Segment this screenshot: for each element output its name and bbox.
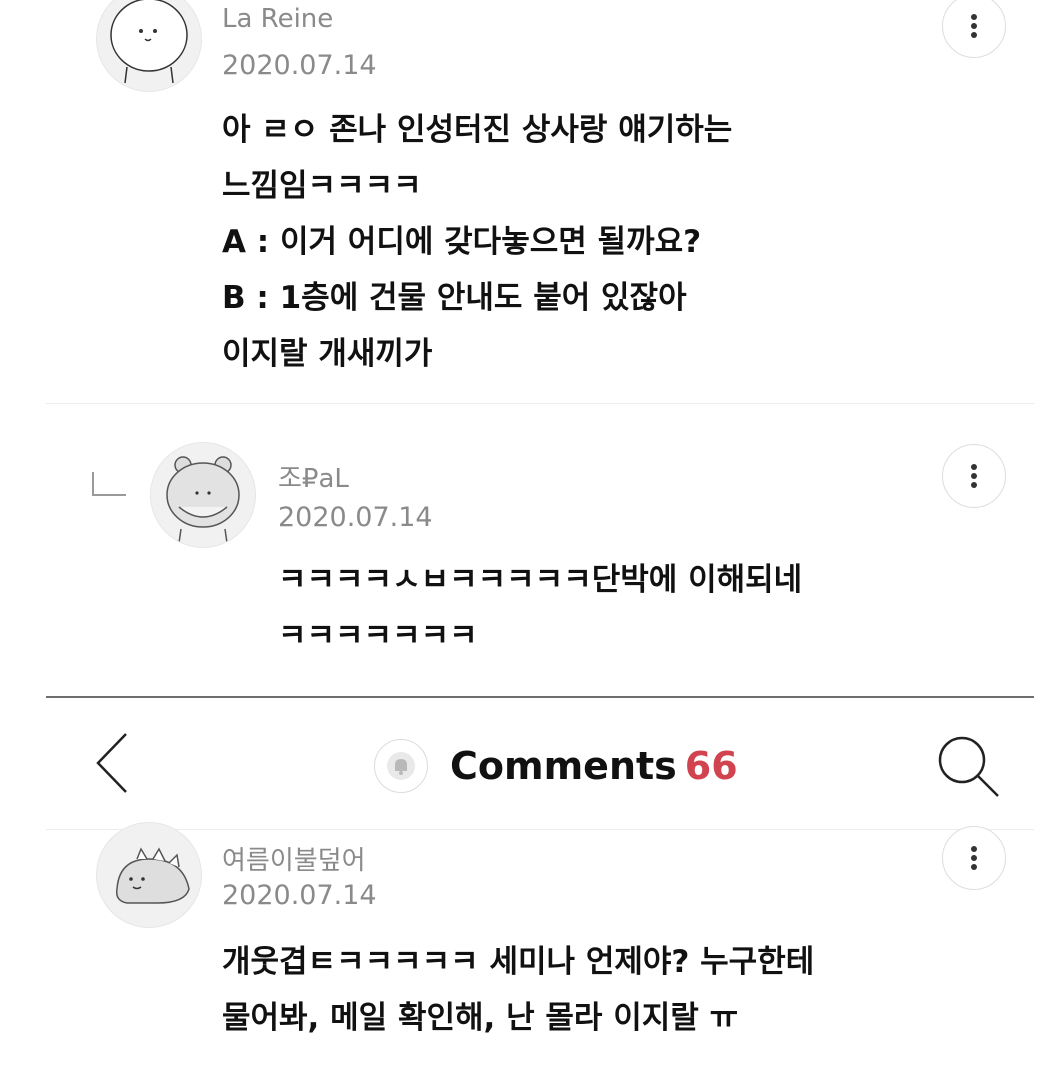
back-chevron-icon[interactable]: [90, 728, 140, 798]
reply-corner-icon: [92, 472, 126, 496]
bell-icon[interactable]: [374, 739, 428, 793]
header-divider: [46, 696, 1034, 698]
search-icon[interactable]: [934, 730, 1004, 800]
more-vertical-icon[interactable]: [942, 826, 1006, 890]
comment-divider: [46, 403, 1034, 404]
comment-text: 개웃겹ㅌㅋㅋㅋㅋㅋ 세미나 언제야? 누구한테 물어봐, 메일 확인해, 난 몰…: [222, 944, 815, 1036]
bearded-bear-avatar-icon[interactable]: [150, 442, 256, 548]
more-vertical-icon[interactable]: [942, 444, 1006, 508]
bear-avatar-icon[interactable]: [96, 0, 202, 92]
comment-text: 아 ㄹㅇ 존나 인성터진 상사랑 얘기하는 느낌임ㅋㅋㅋㅋ A : 이거 어디에…: [222, 112, 733, 372]
more-vertical-icon[interactable]: [942, 0, 1006, 58]
comment-date: 2020.07.14: [278, 502, 433, 533]
comment-author[interactable]: La Reine: [222, 4, 333, 34]
comment-text: ㅋㅋㅋㅋㅅㅂㅋㅋㅋㅋㅋ단박에 이해되네 ㅋㅋㅋㅋㅋㅋㅋ: [278, 562, 803, 654]
dinosaur-avatar-icon[interactable]: [96, 822, 202, 928]
comment-date: 2020.07.14: [222, 880, 377, 911]
comment-author[interactable]: 조₽aL: [278, 458, 349, 495]
comment-count: 66: [684, 744, 738, 788]
header-title: Comments: [450, 744, 677, 788]
header-bottom-divider: [46, 829, 1034, 830]
comment-author[interactable]: 여름이불덮어: [222, 840, 366, 877]
comment-date: 2020.07.14: [222, 50, 377, 81]
